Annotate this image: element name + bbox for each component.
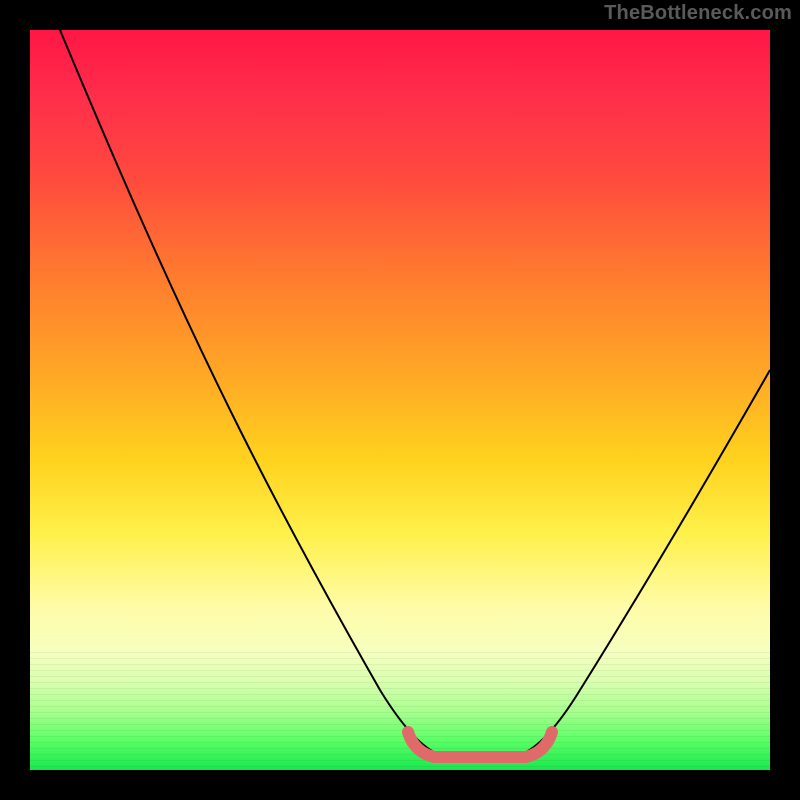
curve-layer xyxy=(30,30,770,770)
flat-zone-marker xyxy=(408,732,552,757)
plot-area xyxy=(30,30,770,770)
bottleneck-curve xyxy=(60,30,770,755)
chart-frame: TheBottleneck.com xyxy=(0,0,800,800)
watermark-text: TheBottleneck.com xyxy=(604,2,792,25)
